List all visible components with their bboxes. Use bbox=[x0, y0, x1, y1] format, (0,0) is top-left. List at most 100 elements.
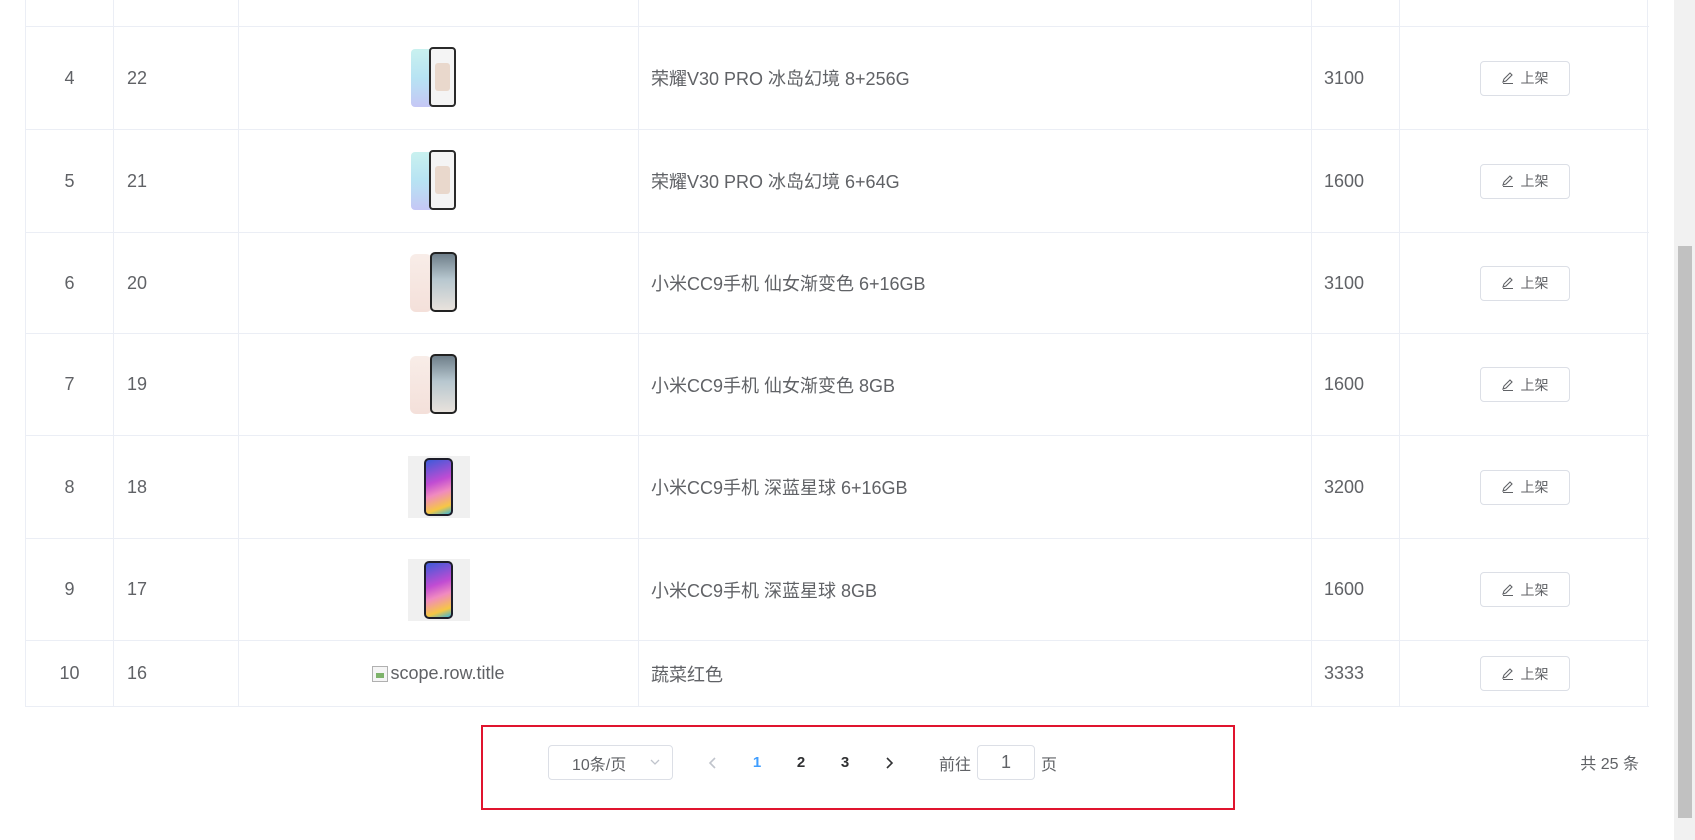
cell-id: 17 bbox=[114, 539, 239, 640]
list-item-button[interactable]: 上架 bbox=[1479, 265, 1570, 301]
product-image bbox=[408, 150, 470, 212]
cell-id: 21 bbox=[114, 130, 239, 232]
cell-price: 3333 bbox=[1312, 641, 1400, 706]
list-item-button[interactable]: 上架 bbox=[1479, 656, 1570, 691]
page-number-2[interactable]: 2 bbox=[781, 745, 821, 780]
table-row: 8 18 小米CC9手机 深蓝星球 6+16GB 3200 上架 bbox=[26, 436, 1649, 539]
page-number-3[interactable]: 3 bbox=[825, 745, 865, 780]
button-label: 上架 bbox=[1520, 70, 1549, 86]
image-alt-text: scope.row.title bbox=[390, 663, 505, 683]
goto-page-input[interactable]: 1 bbox=[977, 745, 1036, 780]
list-item-button[interactable]: 上架 bbox=[1479, 60, 1570, 96]
cell-idx: 7 bbox=[26, 334, 114, 435]
edit-icon bbox=[1501, 378, 1513, 391]
cell-title: 荣耀V30 PRO 冰岛幻境 6+64G bbox=[639, 130, 1312, 232]
button-label: 上架 bbox=[1520, 581, 1549, 598]
page-size-value: 10条/页 bbox=[572, 756, 627, 774]
cell-id: 19 bbox=[114, 334, 239, 435]
cell-title: 蔬菜红色 bbox=[639, 641, 1312, 706]
goto-page: 前往 1 页 bbox=[939, 745, 1057, 780]
cell-title bbox=[639, 0, 1312, 26]
cell-title: 小米CC9手机 仙女渐变色 6+16GB bbox=[639, 233, 1312, 333]
list-item-button[interactable]: 上架 bbox=[1479, 367, 1570, 402]
button-label: 上架 bbox=[1520, 173, 1549, 189]
cell-idx: 9 bbox=[26, 539, 114, 640]
cell-image bbox=[239, 0, 639, 26]
cell-price bbox=[1312, 0, 1400, 26]
cell-price: 3200 bbox=[1312, 436, 1400, 538]
page-number-1[interactable]: 1 bbox=[737, 745, 777, 780]
cell-image bbox=[239, 539, 639, 640]
broken-image: scope.row.title bbox=[372, 663, 505, 684]
cell-image bbox=[239, 334, 639, 435]
cell-title: 荣耀V30 PRO 冰岛幻境 8+256G bbox=[639, 27, 1312, 129]
cell-id: 20 bbox=[114, 233, 239, 333]
list-item-button[interactable]: 上架 bbox=[1479, 469, 1570, 505]
cell-id bbox=[114, 0, 239, 26]
product-table: 4 22 荣耀V30 PRO 冰岛幻境 8+256G 3100 上架 5 21 … bbox=[25, 0, 1649, 707]
cell-operation: 上架 bbox=[1400, 334, 1649, 435]
cell-idx: 5 bbox=[26, 130, 114, 232]
cell-operation: 上架 bbox=[1400, 641, 1649, 706]
list-item-button[interactable]: 上架 bbox=[1479, 163, 1570, 199]
cell-price: 1600 bbox=[1312, 539, 1400, 640]
table-row: 6 20 小米CC9手机 仙女渐变色 6+16GB 3100 上架 bbox=[26, 233, 1649, 334]
cell-operation: 上架 bbox=[1400, 539, 1649, 640]
button-label: 上架 bbox=[1520, 665, 1549, 682]
cell-idx bbox=[26, 0, 114, 26]
cell-idx: 10 bbox=[26, 641, 114, 706]
product-image bbox=[407, 558, 470, 621]
table-row: 4 22 荣耀V30 PRO 冰岛幻境 8+256G 3100 上架 bbox=[26, 27, 1649, 130]
edit-icon bbox=[1501, 481, 1513, 494]
product-image bbox=[408, 252, 470, 314]
table-row: 7 19 小米CC9手机 仙女渐变色 8GB 1600 上架 bbox=[26, 334, 1649, 436]
chevron-down-icon bbox=[650, 759, 660, 765]
cell-id: 22 bbox=[114, 27, 239, 129]
broken-image-icon bbox=[372, 665, 389, 682]
page-size-select[interactable]: 10条/页 bbox=[548, 745, 673, 780]
cell-id: 16 bbox=[114, 641, 239, 706]
table-row-partial bbox=[26, 0, 1649, 27]
cell-image bbox=[239, 233, 639, 333]
cell-idx: 6 bbox=[26, 233, 114, 333]
cell-operation bbox=[1400, 0, 1649, 26]
cell-idx: 8 bbox=[26, 436, 114, 538]
cell-price: 3100 bbox=[1312, 233, 1400, 333]
table-row: 10 16 scope.row.title 蔬菜红色 3333 上架 bbox=[26, 641, 1649, 707]
cell-image bbox=[239, 130, 639, 232]
scrollbar-thumb[interactable] bbox=[1678, 246, 1692, 818]
total-count: 共 25 条 bbox=[1580, 756, 1639, 773]
next-page-button[interactable] bbox=[869, 745, 909, 780]
cell-price: 1600 bbox=[1312, 334, 1400, 435]
chevron-left-icon bbox=[708, 756, 716, 769]
prev-page-button[interactable] bbox=[693, 745, 733, 780]
edit-icon bbox=[1501, 667, 1513, 680]
table-row: 5 21 荣耀V30 PRO 冰岛幻境 6+64G 1600 上架 bbox=[26, 130, 1649, 233]
cell-operation: 上架 bbox=[1400, 436, 1649, 538]
cell-price: 3100 bbox=[1312, 27, 1400, 129]
cell-idx: 4 bbox=[26, 27, 114, 129]
product-image bbox=[408, 47, 470, 109]
cell-title: 小米CC9手机 深蓝星球 6+16GB bbox=[639, 436, 1312, 538]
edit-icon bbox=[1501, 175, 1513, 188]
edit-icon bbox=[1501, 72, 1513, 85]
edit-icon bbox=[1501, 583, 1513, 596]
button-label: 上架 bbox=[1520, 479, 1549, 495]
product-image bbox=[408, 353, 470, 416]
pagination: 10条/页 1 2 3 前往 1 页 bbox=[548, 744, 1057, 781]
cell-title: 小米CC9手机 深蓝星球 8GB bbox=[639, 539, 1312, 640]
edit-icon bbox=[1501, 277, 1513, 290]
goto-suffix: 页 bbox=[1041, 756, 1058, 774]
chevron-right-icon bbox=[886, 756, 894, 769]
button-label: 上架 bbox=[1520, 275, 1549, 291]
cell-price: 1600 bbox=[1312, 130, 1400, 232]
cell-operation: 上架 bbox=[1400, 233, 1649, 333]
cell-image: scope.row.title bbox=[239, 641, 639, 706]
goto-prefix: 前往 bbox=[939, 756, 972, 774]
cell-operation: 上架 bbox=[1400, 27, 1649, 129]
list-item-button[interactable]: 上架 bbox=[1479, 572, 1570, 607]
button-label: 上架 bbox=[1520, 376, 1549, 393]
cell-operation: 上架 bbox=[1400, 130, 1649, 232]
cell-image bbox=[239, 27, 639, 129]
cell-image bbox=[239, 436, 639, 538]
